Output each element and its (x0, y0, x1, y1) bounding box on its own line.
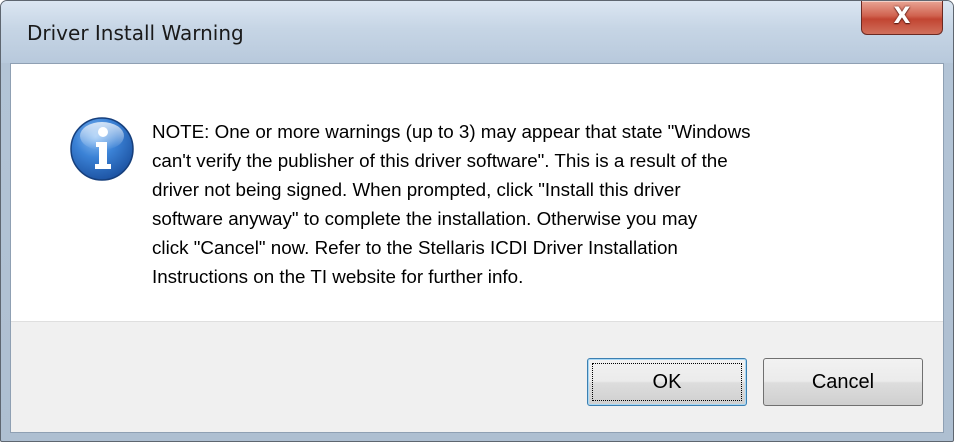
ok-button[interactable]: OK (587, 358, 747, 406)
window-title: Driver Install Warning (27, 21, 244, 45)
title-bar[interactable]: Driver Install Warning X (1, 1, 953, 63)
message-line: can't verify the publisher of this drive… (152, 150, 728, 171)
message-line: software anyway" to complete the install… (152, 208, 698, 229)
cancel-button[interactable]: Cancel (763, 358, 923, 406)
close-icon: X (893, 4, 911, 29)
info-icon (70, 117, 134, 181)
cancel-button-label: Cancel (811, 371, 875, 393)
dialog-message: NOTE: One or more warnings (up to 3) may… (152, 117, 922, 291)
close-button[interactable]: X (861, 1, 943, 35)
focus-ring (592, 363, 742, 401)
dialog-content: NOTE: One or more warnings (up to 3) may… (11, 64, 943, 322)
message-line: driver not being signed. When prompted, … (152, 179, 681, 200)
message-line: Instructions on the TI website for furth… (152, 266, 524, 287)
dialog-client-area: NOTE: One or more warnings (up to 3) may… (10, 63, 944, 433)
dialog-button-bar: OK Cancel (11, 321, 943, 432)
message-line: NOTE: One or more warnings (up to 3) may… (152, 121, 751, 142)
message-line: click "Cancel" now. Refer to the Stellar… (152, 237, 678, 258)
dialog-window: Driver Install Warning X NOTE: One or mo… (0, 0, 954, 442)
